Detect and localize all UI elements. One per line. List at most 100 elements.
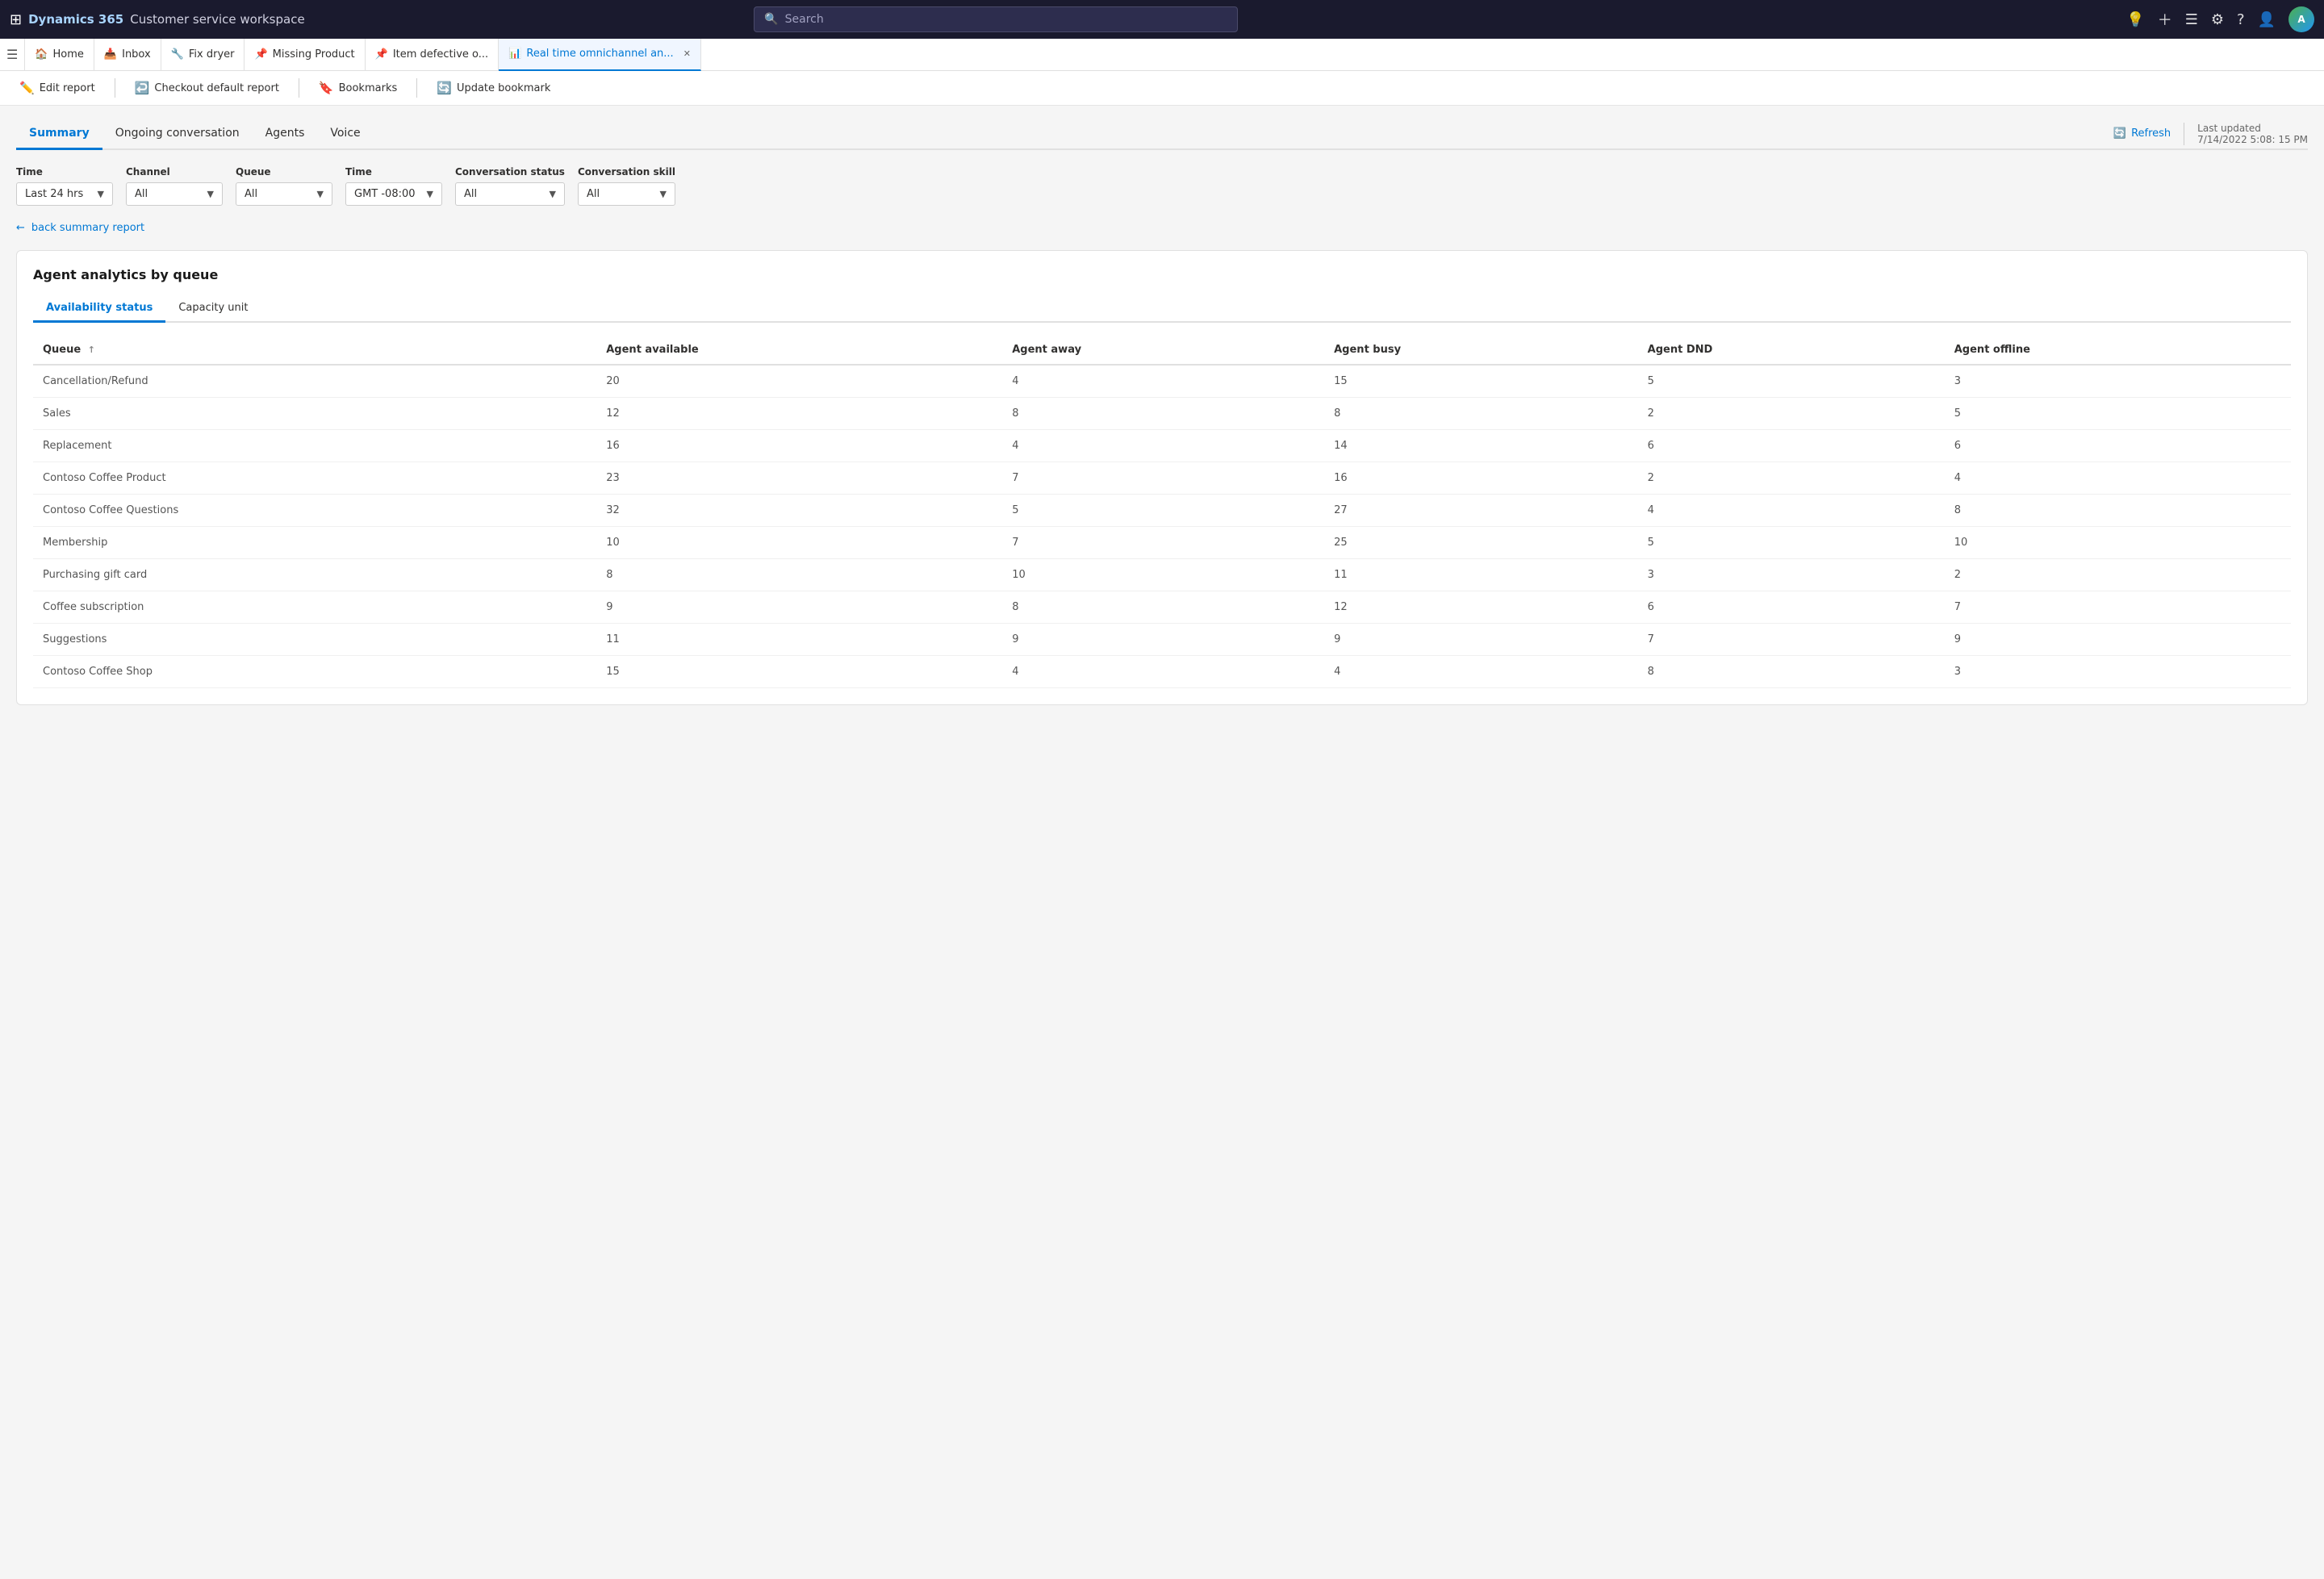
col-header-dnd: Agent DND bbox=[1638, 336, 1945, 365]
filter-time2: Time GMT -08:00 ▼ bbox=[345, 166, 442, 206]
cell-dnd-4: 4 bbox=[1638, 495, 1945, 527]
filters-row: Time Last 24 hrs ▼ Channel All ▼ Queue A… bbox=[16, 166, 2308, 206]
cell-queue-2: Replacement bbox=[33, 430, 596, 462]
table-row: Cancellation/Refund2041553 bbox=[33, 365, 2291, 398]
cell-queue-5: Membership bbox=[33, 527, 596, 559]
cell-away-8: 9 bbox=[1002, 624, 1324, 656]
tab-home[interactable]: 🏠 Home bbox=[24, 39, 94, 71]
filter-conv-status-select[interactable]: All ▼ bbox=[455, 182, 565, 206]
edit-report-button[interactable]: ✏️ Edit report bbox=[13, 77, 102, 98]
cell-available-4: 32 bbox=[596, 495, 1002, 527]
tab-inbox[interactable]: 📥 Inbox bbox=[94, 39, 161, 71]
filter-conv-skill-select[interactable]: All ▼ bbox=[578, 182, 675, 206]
toolbar: ✏️ Edit report ↩️ Checkout default repor… bbox=[0, 71, 2324, 106]
col-header-away: Agent away bbox=[1002, 336, 1324, 365]
cell-busy-3: 16 bbox=[1324, 462, 1638, 495]
last-updated: Last updated 7/14/2022 5:08: 15 PM bbox=[2184, 123, 2308, 145]
bookmarks-button[interactable]: 🔖 Bookmarks bbox=[312, 77, 403, 98]
grid-icon[interactable]: ⊞ bbox=[10, 11, 22, 28]
inner-tab-availability[interactable]: Availability status bbox=[33, 295, 165, 323]
inner-tabs: Availability status Capacity unit bbox=[33, 295, 2291, 323]
nav-tab-summary[interactable]: Summary bbox=[16, 119, 102, 150]
cell-away-2: 4 bbox=[1002, 430, 1324, 462]
table-row: Coffee subscription981267 bbox=[33, 591, 2291, 624]
tab-fix-dryer[interactable]: 🔧 Fix dryer bbox=[161, 39, 245, 71]
main-content: Summary Ongoing conversation Agents Voic… bbox=[0, 106, 2324, 1579]
pin-icon-1: 📌 bbox=[254, 48, 267, 61]
table-row: Membership10725510 bbox=[33, 527, 2291, 559]
filter-time2-select[interactable]: GMT -08:00 ▼ bbox=[345, 182, 442, 206]
inner-tab-availability-label: Availability status bbox=[46, 302, 153, 314]
plus-icon[interactable]: ＋ bbox=[2158, 9, 2172, 30]
cell-dnd-6: 3 bbox=[1638, 559, 1945, 591]
table-row: Sales128825 bbox=[33, 398, 2291, 430]
lightbulb-icon[interactable]: 💡 bbox=[2126, 11, 2144, 28]
checkout-report-button[interactable]: ↩️ Checkout default report bbox=[128, 77, 286, 98]
filter-queue: Queue All ▼ bbox=[236, 166, 332, 206]
nav-tab-agents[interactable]: Agents bbox=[253, 119, 318, 150]
cell-offline-4: 8 bbox=[1945, 495, 2291, 527]
filter-conv-status-label: Conversation status bbox=[455, 166, 565, 178]
checkout-icon: ↩️ bbox=[135, 81, 150, 95]
table-row: Purchasing gift card8101132 bbox=[33, 559, 2291, 591]
nav-tab-voice[interactable]: Voice bbox=[317, 119, 373, 150]
inner-tab-capacity[interactable]: Capacity unit bbox=[165, 295, 261, 323]
brand-name: Dynamics 365 bbox=[28, 12, 123, 27]
close-tab-icon[interactable]: ✕ bbox=[683, 48, 691, 59]
top-nav-icons: 💡 ＋ ☰ ⚙ ? 👤 A bbox=[2126, 6, 2314, 32]
avatar[interactable]: A bbox=[2288, 6, 2314, 32]
col-header-busy: Agent busy bbox=[1324, 336, 1638, 365]
module-name: Customer service workspace bbox=[130, 12, 304, 27]
filter-channel-value: All bbox=[135, 188, 148, 200]
cell-available-1: 12 bbox=[596, 398, 1002, 430]
search-icon: 🔍 bbox=[764, 13, 778, 26]
settings-icon[interactable]: ⚙ bbox=[2211, 11, 2224, 28]
update-bookmark-button[interactable]: 🔄 Update bookmark bbox=[430, 77, 557, 98]
cell-busy-6: 11 bbox=[1324, 559, 1638, 591]
back-link[interactable]: ← back summary report bbox=[16, 222, 2308, 234]
cell-available-8: 11 bbox=[596, 624, 1002, 656]
tab-realtime[interactable]: 📊 Real time omnichannel an... ✕ bbox=[499, 39, 701, 71]
refresh-button[interactable]: 🔄 Refresh bbox=[2113, 127, 2171, 140]
bookmarks-icon: 🔖 bbox=[319, 81, 334, 95]
tab-bar: ☰ 🏠 Home 📥 Inbox 🔧 Fix dryer 📌 Missing P… bbox=[0, 39, 2324, 71]
cell-queue-8: Suggestions bbox=[33, 624, 596, 656]
cell-dnd-1: 2 bbox=[1638, 398, 1945, 430]
filter-conv-skill-value: All bbox=[587, 188, 600, 200]
cell-dnd-7: 6 bbox=[1638, 591, 1945, 624]
table-header-row: Queue ↑ Agent available Agent away Agent… bbox=[33, 336, 2291, 365]
cell-dnd-9: 8 bbox=[1638, 656, 1945, 688]
filter-queue-select[interactable]: All ▼ bbox=[236, 182, 332, 206]
cell-away-7: 8 bbox=[1002, 591, 1324, 624]
cell-away-9: 4 bbox=[1002, 656, 1324, 688]
col-header-queue[interactable]: Queue ↑ bbox=[33, 336, 596, 365]
table-row: Replacement1641466 bbox=[33, 430, 2291, 462]
nav-tab-ongoing-label: Ongoing conversation bbox=[115, 127, 240, 140]
filter-time1-select[interactable]: Last 24 hrs ▼ bbox=[16, 182, 113, 206]
tab-item-defective[interactable]: 📌 Item defective o... bbox=[366, 39, 499, 71]
cell-dnd-2: 6 bbox=[1638, 430, 1945, 462]
tab-fix-dryer-label: Fix dryer bbox=[189, 48, 235, 61]
filter-conv-status: Conversation status All ▼ bbox=[455, 166, 565, 206]
analytics-card: Agent analytics by queue Availability st… bbox=[16, 250, 2308, 705]
help-icon[interactable]: ? bbox=[2237, 11, 2245, 28]
tab-realtime-label: Real time omnichannel an... bbox=[526, 48, 673, 60]
search-bar[interactable]: 🔍 Search bbox=[754, 6, 1238, 32]
person-icon[interactable]: 👤 bbox=[2258, 11, 2276, 28]
tab-missing-product[interactable]: 📌 Missing Product bbox=[245, 39, 365, 71]
table-row: Suggestions119979 bbox=[33, 624, 2291, 656]
tab-item-defective-label: Item defective o... bbox=[393, 48, 488, 61]
tab-missing-product-label: Missing Product bbox=[273, 48, 355, 61]
cell-away-0: 4 bbox=[1002, 365, 1324, 398]
edit-icon: ✏️ bbox=[19, 81, 35, 95]
nav-tabs: Summary Ongoing conversation Agents Voic… bbox=[16, 119, 2308, 150]
filter-icon[interactable]: ☰ bbox=[2185, 11, 2198, 28]
filter-channel-select[interactable]: All ▼ bbox=[126, 182, 223, 206]
nav-tab-actions: 🔄 Refresh Last updated 7/14/2022 5:08: 1… bbox=[2113, 123, 2308, 145]
sort-icon: ↑ bbox=[88, 345, 95, 355]
hamburger-icon[interactable]: ☰ bbox=[6, 47, 18, 62]
last-updated-value: 7/14/2022 5:08: 15 PM bbox=[2197, 134, 2308, 145]
nav-tab-ongoing[interactable]: Ongoing conversation bbox=[102, 119, 253, 150]
cell-queue-4: Contoso Coffee Questions bbox=[33, 495, 596, 527]
cell-available-3: 23 bbox=[596, 462, 1002, 495]
